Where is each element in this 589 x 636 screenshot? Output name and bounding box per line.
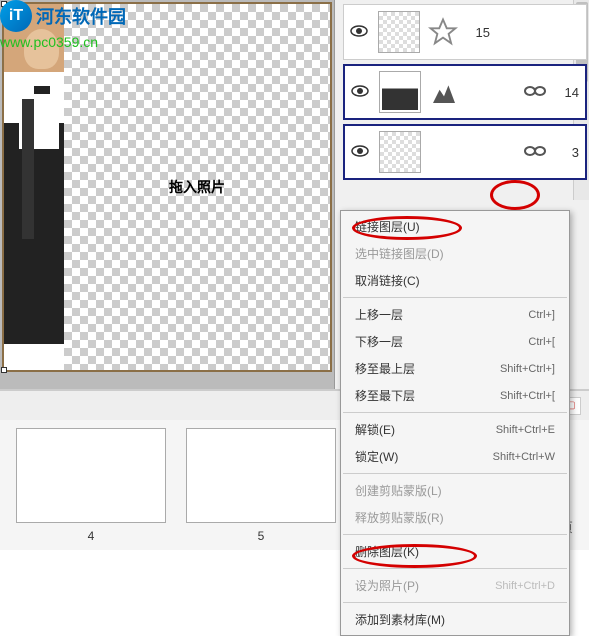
context-menu: 链接图层(U) 选中链接图层(D) 取消链接(C) 上移一层Ctrl+] 下移一… xyxy=(340,210,570,636)
menu-add-to-lib[interactable]: 添加到素材库(M) xyxy=(341,606,569,633)
menu-cancel-link[interactable]: 取消链接(C) xyxy=(341,267,569,294)
page-thumb-wrap[interactable]: 5 xyxy=(186,428,336,543)
menu-separator xyxy=(343,568,567,569)
menu-separator xyxy=(343,412,567,413)
menu-separator xyxy=(343,602,567,603)
menu-create-mask: 创建剪贴蒙版(L) xyxy=(341,477,569,504)
menu-move-down[interactable]: 下移一层Ctrl+[ xyxy=(341,328,569,355)
menu-separator xyxy=(343,297,567,298)
menu-separator xyxy=(343,534,567,535)
resize-handle-bl[interactable] xyxy=(1,367,7,373)
visibility-icon[interactable] xyxy=(351,145,371,160)
page-thumb-wrap[interactable]: 4 xyxy=(16,428,166,543)
page-thumbnail[interactable] xyxy=(186,428,336,523)
menu-move-top[interactable]: 移至最上层Shift+Ctrl+] xyxy=(341,355,569,382)
photo-slot[interactable] xyxy=(4,4,64,370)
menu-delete-layer[interactable]: 删除图层(K) xyxy=(341,538,569,565)
drag-placeholder-text: 拖入照片 xyxy=(169,177,225,197)
layer-number: 3 xyxy=(555,145,579,160)
resize-handle-tl[interactable] xyxy=(1,1,7,7)
menu-unlock[interactable]: 解锁(E)Shift+Ctrl+E xyxy=(341,416,569,443)
layer-star-icon xyxy=(428,17,458,47)
menu-lock[interactable]: 锁定(W)Shift+Ctrl+W xyxy=(341,443,569,470)
layer-item[interactable]: 14 xyxy=(343,64,587,120)
menu-separator xyxy=(343,473,567,474)
groom-photo[interactable] xyxy=(4,4,64,344)
page-thumbnail[interactable] xyxy=(16,428,166,523)
visibility-icon[interactable] xyxy=(350,25,370,40)
menu-release-mask: 释放剪贴蒙版(R) xyxy=(341,504,569,531)
link-icon[interactable] xyxy=(523,145,547,160)
link-icon[interactable] xyxy=(523,85,547,100)
menu-move-up[interactable]: 上移一层Ctrl+] xyxy=(341,301,569,328)
layer-thumbnail xyxy=(379,71,421,113)
layer-number: 15 xyxy=(466,25,490,40)
menu-set-photo: 设为照片(P)Shift+Ctrl+D xyxy=(341,572,569,599)
canvas-border: 拖入照片 xyxy=(2,2,332,372)
menu-select-linked: 选中链接图层(D) xyxy=(341,240,569,267)
visibility-icon[interactable] xyxy=(351,85,371,100)
layer-item[interactable]: 3 xyxy=(343,124,587,180)
canvas-area[interactable]: 拖入照片 xyxy=(0,0,334,389)
layer-mask-icon xyxy=(429,77,459,107)
menu-link-layer[interactable]: 链接图层(U) xyxy=(341,213,569,240)
layer-thumbnail xyxy=(379,131,421,173)
layer-number: 14 xyxy=(555,85,579,100)
drop-zone[interactable]: 拖入照片 xyxy=(64,4,330,370)
page-number: 4 xyxy=(16,529,166,543)
layer-thumbnail xyxy=(378,11,420,53)
page-number: 5 xyxy=(186,529,336,543)
layer-item[interactable]: 15 xyxy=(343,4,587,60)
menu-move-bottom[interactable]: 移至最下层Shift+Ctrl+[ xyxy=(341,382,569,409)
